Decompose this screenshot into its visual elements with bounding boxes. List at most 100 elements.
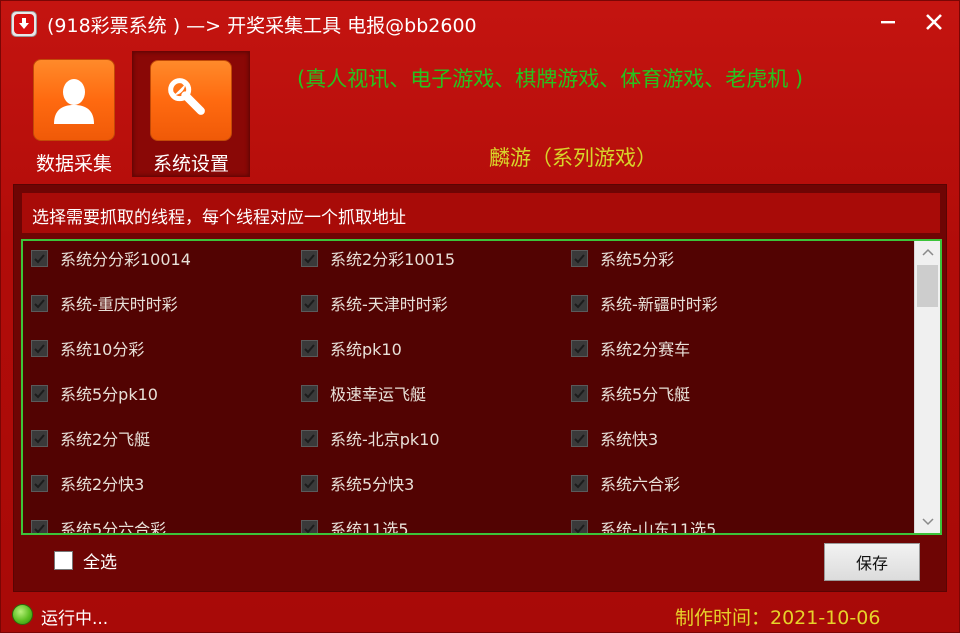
checkbox[interactable] [31, 249, 48, 267]
thread-label: 系统-重庆时时彩 [60, 295, 178, 314]
thread-checkbox-item[interactable]: 系统2分赛车 [571, 336, 690, 360]
checkbox[interactable] [571, 249, 588, 267]
window-title: (918彩票系统 ) —> 开奖采集工具 电报@bb2600 [47, 15, 477, 37]
thread-checkbox-item[interactable]: 系统-山东11选5 [571, 516, 717, 535]
checkbox[interactable] [31, 474, 48, 492]
thread-label: 系统2分赛车 [600, 340, 691, 359]
checkmark-icon [34, 433, 45, 443]
scrollbar-thumb[interactable] [917, 265, 938, 307]
checkmark-icon [34, 343, 45, 353]
user-icon [33, 59, 115, 141]
minimize-icon [881, 21, 895, 24]
thread-label: 系统5分pk10 [60, 385, 158, 404]
checkbox[interactable] [571, 519, 588, 533]
system-settings-label: 系统设置 [152, 153, 229, 175]
thread-label: 系统5分快3 [330, 475, 415, 494]
checkmark-icon [574, 253, 585, 263]
thread-checkbox-item[interactable]: 系统2分彩10015 [301, 246, 455, 270]
thread-checkbox-item[interactable]: 系统六合彩 [571, 471, 680, 495]
thread-label: 系统分分彩10014 [60, 250, 191, 269]
thread-label: 系统2分快3 [60, 475, 145, 494]
select-all-box[interactable] [54, 551, 73, 570]
checkbox[interactable] [571, 339, 588, 357]
select-all-checkbox[interactable]: 全选 [54, 548, 117, 573]
thread-checkbox-item[interactable]: 系统-北京pk10 [301, 426, 440, 450]
checkbox[interactable] [571, 384, 588, 402]
checkbox[interactable] [301, 384, 318, 402]
checkmark-icon [34, 523, 45, 533]
app-download-icon [11, 11, 37, 37]
close-button[interactable] [917, 7, 951, 37]
checkmark-icon [574, 478, 585, 488]
thread-checkbox-item[interactable]: 系统5分飞艇 [571, 381, 690, 405]
thread-label: 系统10分彩 [60, 340, 145, 359]
scroll-up-button[interactable] [915, 241, 940, 263]
title-bar[interactable]: (918彩票系统 ) —> 开奖采集工具 电报@bb2600 [1, 1, 959, 45]
thread-label: 系统-天津时时彩 [330, 295, 448, 314]
thread-label: 系统5分六合彩 [60, 520, 167, 535]
thread-checkbox-item[interactable]: 系统-新疆时时彩 [571, 291, 718, 315]
checkmark-icon [34, 253, 45, 263]
checkbox[interactable] [571, 294, 588, 312]
thread-checkbox-item[interactable]: 系统5分六合彩 [31, 516, 167, 535]
build-date: 制作时间：2021-10-06 [675, 607, 881, 629]
checkbox[interactable] [301, 249, 318, 267]
thread-label: 系统2分飞艇 [60, 430, 151, 449]
thread-checkbox-item[interactable]: 系统2分快3 [31, 471, 144, 495]
data-collect-button[interactable]: 数据采集 [15, 51, 133, 177]
thread-checkbox-item[interactable]: 系统分分彩10014 [31, 246, 191, 270]
checkmark-icon [34, 298, 45, 308]
thread-checkbox-item[interactable]: 系统pk10 [301, 336, 402, 360]
checkbox[interactable] [571, 429, 588, 447]
checkmark-icon [574, 343, 585, 353]
thread-label: 系统-北京pk10 [330, 430, 440, 449]
checkbox[interactable] [31, 294, 48, 312]
thread-list[interactable]: 系统分分彩10014 系统2分彩10015 系统5分彩系统-重庆时时彩 系统-天津时时… [21, 239, 942, 535]
status-indicator-icon [12, 604, 33, 625]
panel-header: 选择需要抓取的线程，每个线程对应一个抓取地址 [22, 193, 940, 233]
thread-checkbox-item[interactable]: 系统快3 [571, 426, 658, 450]
checkbox[interactable] [301, 429, 318, 447]
save-button[interactable]: 保存 [824, 543, 920, 581]
status-bar: 运行中... 制作时间：2021-10-06 [1, 597, 959, 633]
checkmark-icon [34, 388, 45, 398]
thread-checkbox-item[interactable]: 系统-重庆时时彩 [31, 291, 178, 315]
thread-checkbox-item[interactable]: 系统5分pk10 [31, 381, 158, 405]
checkmark-icon [574, 298, 585, 308]
data-collect-label: 数据采集 [35, 153, 112, 175]
checkbox[interactable] [31, 519, 48, 533]
checkmark-icon [34, 478, 45, 488]
thread-label: 系统pk10 [330, 340, 402, 359]
thread-label: 系统5分彩 [600, 250, 675, 269]
thread-label: 系统5分飞艇 [600, 385, 691, 404]
thread-checkbox-item[interactable]: 系统11选5 [301, 516, 409, 535]
thread-checkbox-item[interactable]: 系统5分快3 [301, 471, 414, 495]
checkbox[interactable] [301, 294, 318, 312]
thread-label: 系统11选5 [330, 520, 409, 535]
thread-checkbox-item[interactable]: 系统10分彩 [31, 336, 144, 360]
scroll-down-button[interactable] [915, 511, 940, 533]
checkmark-icon [574, 523, 585, 533]
thread-checkbox-item[interactable]: 系统2分飞艇 [31, 426, 150, 450]
thread-checkbox-item[interactable]: 系统-天津时时彩 [301, 291, 448, 315]
checkbox[interactable] [31, 384, 48, 402]
system-settings-button[interactable]: 系统设置 [132, 51, 250, 177]
checkbox[interactable] [301, 474, 318, 492]
checkbox[interactable] [571, 474, 588, 492]
thread-checkbox-item[interactable]: 极速幸运飞艇 [301, 381, 426, 405]
minimize-button[interactable] [871, 7, 905, 37]
thread-label: 系统-山东11选5 [600, 520, 717, 535]
checkbox[interactable] [301, 339, 318, 357]
checkmark-icon [304, 478, 315, 488]
checkbox[interactable] [301, 519, 318, 533]
checkmark-icon [304, 298, 315, 308]
vertical-scrollbar[interactable] [914, 241, 940, 533]
close-icon [926, 14, 942, 30]
checkbox[interactable] [31, 429, 48, 447]
game-series-banner: 麟游（系列游戏） [489, 146, 657, 170]
checkbox[interactable] [31, 339, 48, 357]
wrench-icon [150, 60, 232, 141]
thread-label: 系统2分彩10015 [330, 250, 456, 269]
status-text: 运行中... [41, 609, 109, 629]
thread-checkbox-item[interactable]: 系统5分彩 [571, 246, 674, 270]
